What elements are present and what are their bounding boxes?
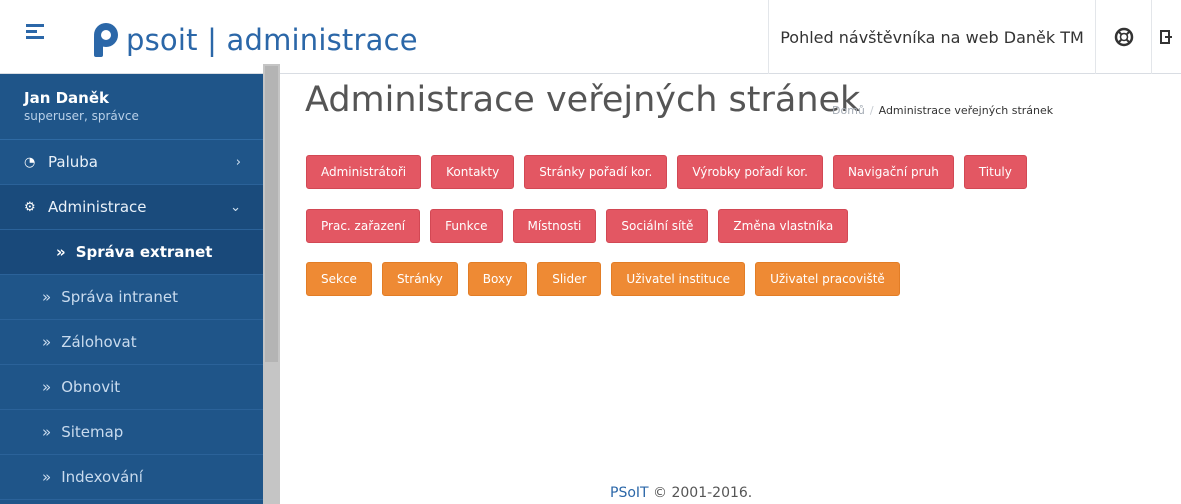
- double-chevron-icon: »: [56, 243, 66, 261]
- sekce-button[interactable]: Sekce: [306, 262, 372, 296]
- scrollbar-thumb[interactable]: [265, 66, 278, 362]
- breadcrumb-current: Administrace veřejných stránek: [878, 104, 1054, 117]
- sign-out-icon: [1160, 30, 1172, 44]
- sidebar-item-label: Indexování: [61, 468, 143, 486]
- sidebar-item-sprava-intranet[interactable]: » Správa intranet: [0, 275, 263, 320]
- sidebar-item-label: Správa extranet: [75, 243, 213, 261]
- double-chevron-icon: »: [42, 423, 52, 441]
- chevron-down-icon: ⌄: [230, 199, 241, 215]
- sidebar-item-administrace[interactable]: ⚙ Administrace ⌄: [0, 185, 263, 230]
- user-panel: Jan Daněk superuser, správce: [0, 74, 263, 140]
- tituly-button[interactable]: Tituly: [963, 155, 1027, 189]
- breadcrumb: Domů / Administrace veřejných stránek: [832, 104, 1053, 117]
- dashboard-icon: ◔: [24, 154, 36, 170]
- sidebar-item-label: Zálohovat: [61, 333, 137, 351]
- button-row-3: Sekce Stránky Boxy Slider Uživatel insti…: [306, 262, 910, 296]
- sidebar-item-sitemap[interactable]: » Sitemap: [0, 410, 263, 455]
- button-row-1: Administrátoři Kontakty Stránky pořadí k…: [306, 155, 1037, 189]
- button-row-2: Prac. zařazení Funkce Místnosti Sociální…: [306, 209, 858, 243]
- psoit-logo-icon: [86, 22, 122, 58]
- gear-icon: ⚙: [24, 199, 36, 215]
- page-title: Administrace veřejných stránek: [305, 80, 861, 120]
- logo[interactable]: psoit | administrace: [86, 18, 418, 62]
- double-chevron-icon: »: [42, 468, 52, 486]
- sidebar-item-paluba[interactable]: ◔ Paluba ›: [0, 140, 263, 185]
- sidebar-item-indexovani[interactable]: » Indexování: [0, 455, 263, 500]
- life-ring-icon: [1114, 27, 1133, 47]
- sidebar-item-sprava-extranet[interactable]: » Správa extranet: [0, 230, 263, 275]
- sidebar-item-label: Sitemap: [61, 423, 124, 441]
- sidebar-item-zalohovat[interactable]: » Zálohovat: [0, 320, 263, 365]
- footer-brand-link[interactable]: PSoIT: [610, 485, 649, 501]
- double-chevron-icon: »: [42, 333, 52, 351]
- sidebar-item-label: Obnovit: [61, 378, 121, 396]
- stranky-button[interactable]: Stránky: [381, 262, 458, 296]
- sidebar-item-obnovit[interactable]: » Obnovit: [0, 365, 263, 410]
- zmena-vlastnika-button[interactable]: Změna vlastníka: [718, 209, 849, 243]
- user-role: superuser, správce: [24, 109, 139, 123]
- help-button[interactable]: [1096, 0, 1152, 74]
- sidebar: Jan Daněk superuser, správce ◔ Paluba › …: [0, 74, 263, 504]
- sidebar-item-label: Správa intranet: [61, 288, 178, 306]
- sidebar-item-label: Paluba: [48, 153, 98, 171]
- menu-toggle-icon[interactable]: [26, 24, 44, 42]
- footer-copyright: © 2001-2016.: [653, 485, 753, 501]
- vyrobky-poradi-button[interactable]: Výrobky pořadí kor.: [677, 155, 823, 189]
- socialni-site-button[interactable]: Sociální sítě: [606, 209, 709, 243]
- logo-text: psoit | administrace: [126, 23, 418, 57]
- funkce-button[interactable]: Funkce: [430, 209, 503, 243]
- visitor-view-link[interactable]: Pohled návštěvníka na web Daněk TM: [768, 0, 1096, 74]
- boxy-button[interactable]: Boxy: [467, 262, 528, 296]
- prac-zarazeni-button[interactable]: Prac. zařazení: [306, 209, 421, 243]
- navigacni-pruh-button[interactable]: Navigační pruh: [832, 155, 954, 189]
- uzivatel-instituce-button[interactable]: Uživatel instituce: [611, 262, 746, 296]
- sidebar-item-label: Administrace: [48, 198, 147, 216]
- sidebar-scrollbar[interactable]: [263, 64, 280, 504]
- chevron-right-icon: ›: [235, 154, 241, 170]
- breadcrumb-separator: /: [869, 104, 874, 117]
- slider-button[interactable]: Slider: [537, 262, 602, 296]
- footer: PSoIT © 2001-2016.: [610, 485, 752, 501]
- kontakty-button[interactable]: Kontakty: [431, 155, 515, 189]
- user-name: Jan Daněk: [24, 89, 110, 107]
- mistnosti-button[interactable]: Místnosti: [512, 209, 597, 243]
- stranky-poradi-button[interactable]: Stránky pořadí kor.: [524, 155, 668, 189]
- administratori-button[interactable]: Administrátoři: [306, 155, 422, 189]
- double-chevron-icon: »: [42, 288, 52, 306]
- uzivatel-pracoviste-button[interactable]: Uživatel pracoviště: [755, 262, 900, 296]
- double-chevron-icon: »: [42, 378, 52, 396]
- top-header: psoit | administrace Pohled návštěvníka …: [0, 0, 1181, 74]
- logout-button[interactable]: [1160, 0, 1181, 74]
- breadcrumb-home-link[interactable]: Domů: [832, 104, 865, 117]
